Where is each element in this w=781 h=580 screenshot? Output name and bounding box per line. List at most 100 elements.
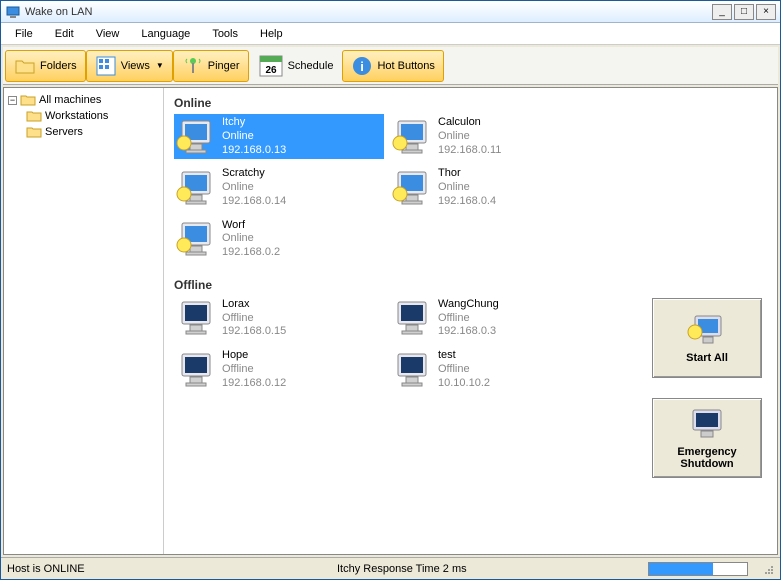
toolbar-folders[interactable]: Folders <box>5 50 86 82</box>
tree-workstations[interactable]: Workstations <box>26 108 159 124</box>
monitor-icon <box>176 117 216 157</box>
machine-text: Thor Online 192.168.0.4 <box>438 167 496 208</box>
tree-servers[interactable]: Servers <box>26 124 159 140</box>
hot-buttons-panel: Start All Emergency Shutdown <box>637 88 777 554</box>
info-icon: i <box>351 55 373 77</box>
tree-workstations-label: Workstations <box>45 110 108 122</box>
monitor-icon <box>176 298 216 338</box>
machine-item[interactable]: Hope Offline 192.168.0.12 <box>174 347 384 392</box>
machine-ip: 192.168.0.3 <box>438 325 499 339</box>
minimize-button[interactable]: _ <box>712 4 732 20</box>
machine-item[interactable]: Lorax Offline 192.168.0.15 <box>174 296 384 341</box>
toolbar-views-label: Views <box>121 60 150 72</box>
monitor-icon <box>176 350 216 390</box>
machine-name: test <box>438 349 490 363</box>
machine-status: Online <box>438 181 496 195</box>
monitor-icon <box>176 168 216 208</box>
pinger-icon <box>182 55 204 77</box>
machine-name: Worf <box>222 219 280 233</box>
menu-language[interactable]: Language <box>131 25 200 43</box>
machine-text: Hope Offline 192.168.0.12 <box>222 349 286 390</box>
monitor-icon <box>392 350 432 390</box>
machine-status: Offline <box>222 363 286 377</box>
machine-status: Offline <box>438 363 490 377</box>
maximize-button[interactable]: □ <box>734 4 754 20</box>
machine-name: WangChung <box>438 298 499 312</box>
monitor-bulb-icon <box>687 312 727 348</box>
folder-icon <box>14 55 36 77</box>
machine-ip: 192.168.0.11 <box>438 144 501 158</box>
machine-ip: 192.168.0.12 <box>222 377 286 391</box>
machine-item[interactable]: WangChung Offline 192.168.0.3 <box>390 296 600 341</box>
monitor-icon <box>176 219 216 259</box>
folder-open-icon <box>20 93 36 107</box>
machine-text: test Offline 10.10.10.2 <box>438 349 490 390</box>
chevron-down-icon: ▼ <box>156 61 164 70</box>
start-all-label: Start All <box>686 352 728 364</box>
menu-help[interactable]: Help <box>250 25 293 43</box>
group-header-online: Online <box>174 92 627 114</box>
monitor-icon <box>392 298 432 338</box>
machine-status: Offline <box>222 312 286 326</box>
folder-icon <box>26 109 42 123</box>
folder-tree: − All machines Workstations Servers <box>4 88 164 554</box>
toolbar-schedule[interactable]: 26 Schedule <box>249 50 343 82</box>
machine-name: Calculon <box>438 116 501 130</box>
toolbar-views[interactable]: Views ▼ <box>86 50 173 82</box>
monitor-off-icon <box>687 406 727 442</box>
window-title: Wake on LAN <box>25 6 712 18</box>
machine-ip: 192.168.0.4 <box>438 195 496 209</box>
machine-status: Online <box>222 181 286 195</box>
monitor-icon <box>392 117 432 157</box>
machine-text: Lorax Offline 192.168.0.15 <box>222 298 286 339</box>
machine-status: Offline <box>438 312 499 326</box>
resize-grip-icon[interactable] <box>762 563 774 575</box>
toolbar-folders-label: Folders <box>40 60 77 72</box>
tree-root-label: All machines <box>39 94 101 106</box>
machine-item[interactable]: Calculon Online 192.168.0.11 <box>390 114 600 159</box>
emergency-shutdown-button[interactable]: Emergency Shutdown <box>652 398 762 478</box>
machine-name: Hope <box>222 349 286 363</box>
machine-status: Online <box>222 130 286 144</box>
machine-text: Itchy Online 192.168.0.13 <box>222 116 286 157</box>
svg-text:i: i <box>361 59 365 74</box>
machine-ip: 192.168.0.15 <box>222 325 286 339</box>
status-response: Itchy Response Time 2 ms <box>337 563 648 575</box>
toolbar-pinger[interactable]: Pinger <box>173 50 249 82</box>
machine-text: WangChung Offline 192.168.0.3 <box>438 298 499 339</box>
tree-servers-label: Servers <box>45 126 83 138</box>
machine-text: Worf Online 192.168.0.2 <box>222 219 280 260</box>
machine-item[interactable]: Thor Online 192.168.0.4 <box>390 165 600 210</box>
machine-ip: 192.168.0.2 <box>222 246 280 260</box>
machine-item[interactable]: Itchy Online 192.168.0.13 <box>174 114 384 159</box>
toolbar-schedule-label: Schedule <box>288 60 334 72</box>
svg-text:26: 26 <box>265 65 277 76</box>
machine-name: Scratchy <box>222 167 286 181</box>
menu-edit[interactable]: Edit <box>45 25 84 43</box>
machine-ip: 10.10.10.2 <box>438 377 490 391</box>
calendar-icon: 26 <box>258 54 284 78</box>
menu-view[interactable]: View <box>86 25 130 43</box>
machine-ip: 192.168.0.14 <box>222 195 286 209</box>
status-host: Host is ONLINE <box>7 563 337 575</box>
menu-file[interactable]: File <box>5 25 43 43</box>
tree-root[interactable]: − All machines <box>8 92 159 108</box>
machine-item[interactable]: test Offline 10.10.10.2 <box>390 347 600 392</box>
machine-name: Itchy <box>222 116 286 130</box>
machine-text: Calculon Online 192.168.0.11 <box>438 116 501 157</box>
machine-item[interactable]: Scratchy Online 192.168.0.14 <box>174 165 384 210</box>
expander-icon[interactable]: − <box>8 96 17 105</box>
group-header-offline: Offline <box>174 274 627 296</box>
views-icon <box>95 55 117 77</box>
machine-ip: 192.168.0.13 <box>222 144 286 158</box>
machine-name: Lorax <box>222 298 286 312</box>
status-progress <box>648 562 748 576</box>
start-all-button[interactable]: Start All <box>652 298 762 378</box>
content-area: − All machines Workstations Servers Onli… <box>3 87 778 555</box>
machine-status: Online <box>438 130 501 144</box>
close-button[interactable]: × <box>756 4 776 20</box>
machine-text: Scratchy Online 192.168.0.14 <box>222 167 286 208</box>
toolbar-hotbuttons[interactable]: i Hot Buttons <box>342 50 443 82</box>
menu-tools[interactable]: Tools <box>202 25 248 43</box>
machine-item[interactable]: Worf Online 192.168.0.2 <box>174 217 384 262</box>
